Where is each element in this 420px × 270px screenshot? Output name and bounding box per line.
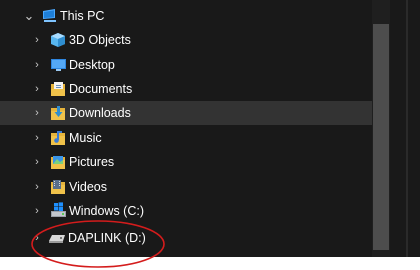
file-explorer-window: ⌄ This PC › 3D Objects › Desktop › Docum… — [0, 0, 420, 270]
annotation-overlay — [31, 220, 165, 268]
red-highlight-circle — [31, 220, 165, 268]
